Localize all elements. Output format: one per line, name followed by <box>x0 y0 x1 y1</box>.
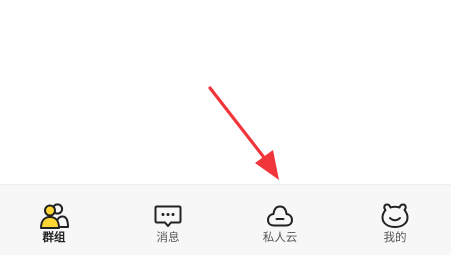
content-area <box>0 0 451 184</box>
cloud-icon <box>267 205 293 227</box>
tab-mine-label: 我的 <box>383 230 407 244</box>
group-icon <box>40 203 69 229</box>
tab-private-cloud-label: 私人云 <box>262 230 298 244</box>
message-icon <box>154 205 182 227</box>
bottom-tab-bar: 群组 消息 私人云 我的 <box>0 184 451 255</box>
tab-message[interactable]: 消息 <box>128 185 208 256</box>
tab-group-label: 群组 <box>42 230 66 244</box>
tab-private-cloud[interactable]: 私人云 <box>240 185 320 256</box>
tab-message-label: 消息 <box>156 230 180 244</box>
tab-group[interactable]: 群组 <box>14 185 94 256</box>
tab-mine[interactable]: 我的 <box>355 185 435 256</box>
bear-face-icon <box>381 203 409 228</box>
